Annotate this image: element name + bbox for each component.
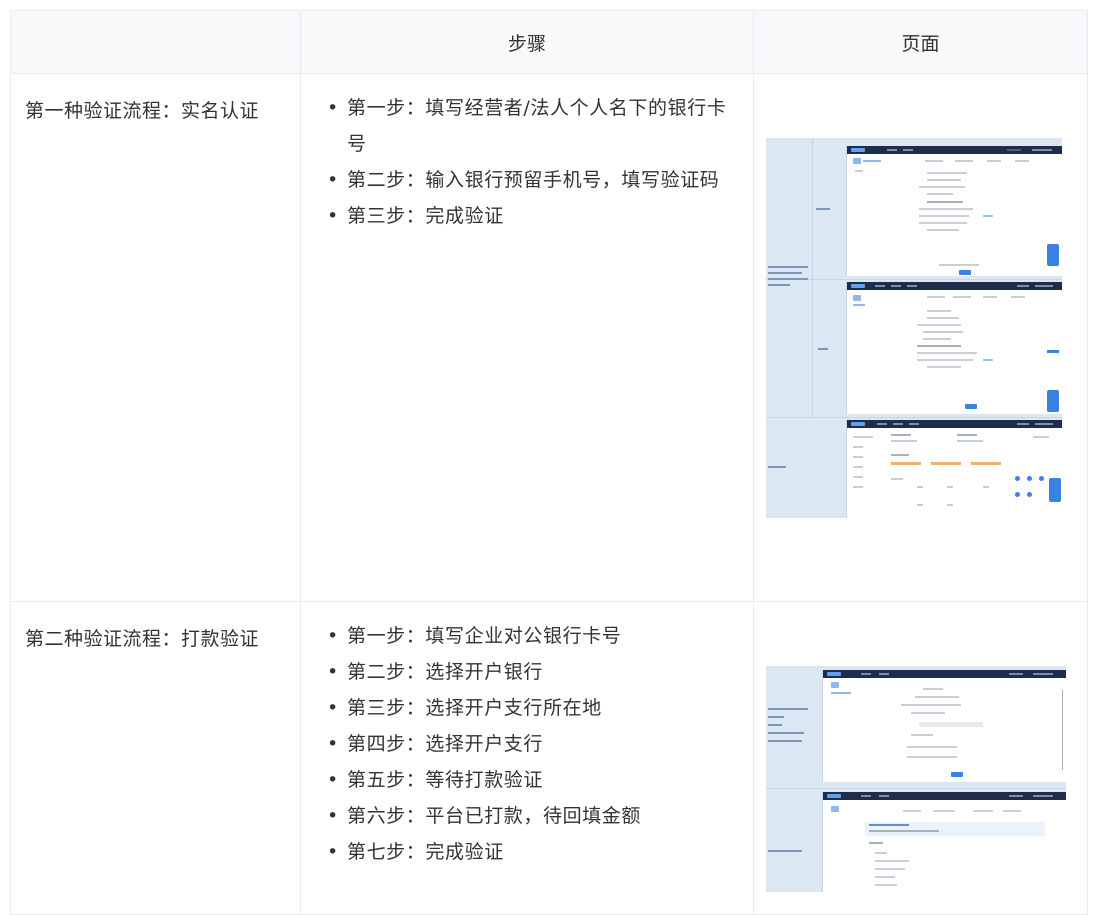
table-row: 第二种验证流程：打款验证 第一步：填写企业对公银行卡号 第二步：选择开户银行 第… xyxy=(11,602,1088,915)
list-item: 第一步：填写企业对公银行卡号 xyxy=(347,618,739,654)
page-screenshot-realname xyxy=(766,138,1062,518)
list-item: 第四步：选择开户支行 xyxy=(347,726,739,762)
flow-name: 第一种验证流程：实名认证 xyxy=(11,74,301,602)
steps-list: 第一步：填写经营者/法人个人名下的银行卡号 第二步：输入银行预留手机号，填写验证… xyxy=(301,74,753,234)
steps-list: 第一步：填写企业对公银行卡号 第二步：选择开户银行 第三步：选择开户支行所在地 … xyxy=(301,602,753,870)
table-row: 第一种验证流程：实名认证 第一步：填写经营者/法人个人名下的银行卡号 第二步：输… xyxy=(11,74,1088,602)
header-row: 步骤 页面 xyxy=(11,11,1088,74)
list-item: 第二步：选择开户银行 xyxy=(347,654,739,690)
page-image-cell xyxy=(754,74,1088,602)
list-item: 第三步：完成验证 xyxy=(347,198,739,234)
list-item: 第三步：选择开户支行所在地 xyxy=(347,690,739,726)
header-steps: 步骤 xyxy=(301,11,754,74)
list-item: 第一步：填写经营者/法人个人名下的银行卡号 xyxy=(347,90,739,162)
page-screenshot-payment xyxy=(766,666,1066,892)
header-page: 页面 xyxy=(754,11,1088,74)
list-item: 第二步：输入银行预留手机号，填写验证码 xyxy=(347,162,739,198)
steps-cell: 第一步：填写企业对公银行卡号 第二步：选择开户银行 第三步：选择开户支行所在地 … xyxy=(301,602,754,915)
flow-name: 第二种验证流程：打款验证 xyxy=(11,602,301,915)
list-item: 第六步：平台已打款，待回填金额 xyxy=(347,798,739,834)
page-image-cell xyxy=(754,602,1088,915)
steps-cell: 第一步：填写经营者/法人个人名下的银行卡号 第二步：输入银行预留手机号，填写验证… xyxy=(301,74,754,602)
header-flow xyxy=(11,11,301,74)
list-item: 第五步：等待打款验证 xyxy=(347,762,739,798)
verification-table: 步骤 页面 第一种验证流程：实名认证 第一步：填写经营者/法人个人名下的银行卡号… xyxy=(10,10,1088,915)
list-item: 第七步：完成验证 xyxy=(347,834,739,870)
